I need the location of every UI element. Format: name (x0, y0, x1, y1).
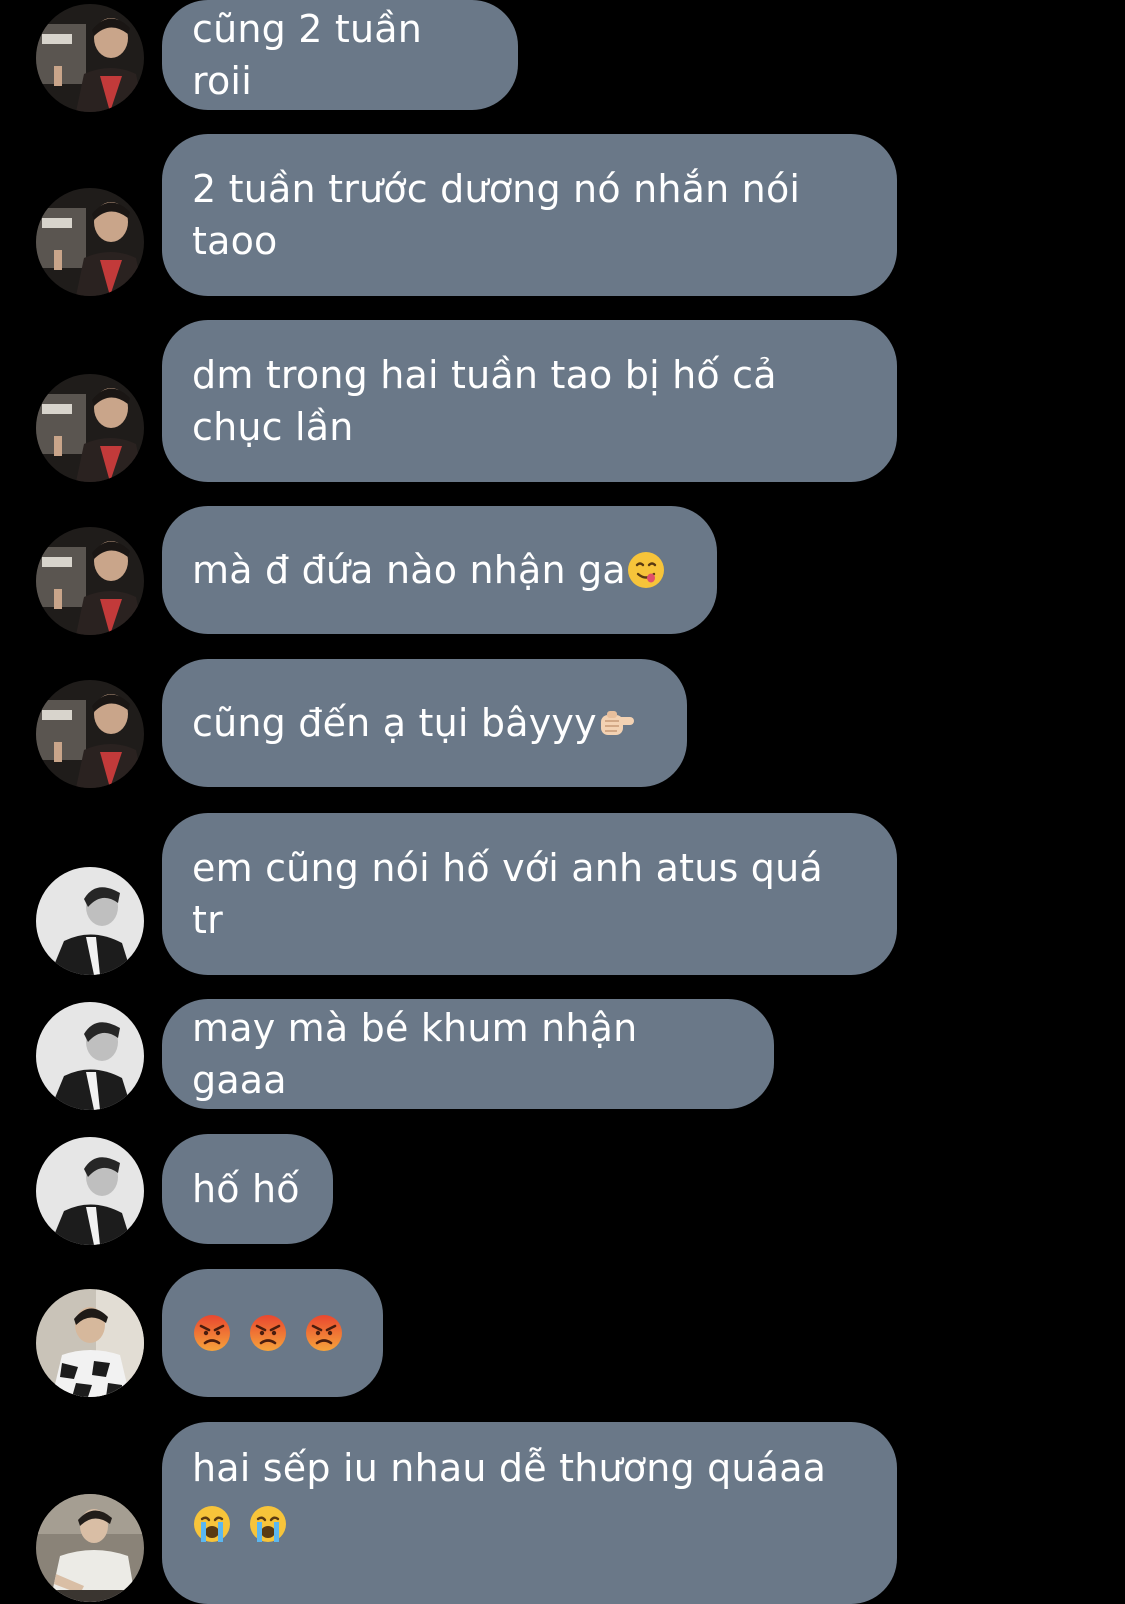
chat-thread: cũng 2 tuần roii 2 tuần trước dương nó n… (0, 0, 1125, 1604)
message-bubble[interactable]: dm trong hai tuần tao bị hố cả chục lần (162, 320, 897, 482)
avatar[interactable] (36, 188, 144, 296)
message-bubble[interactable] (162, 1269, 383, 1397)
avatar[interactable] (36, 1137, 144, 1245)
yum-face-emoji (626, 550, 666, 590)
message-bubble[interactable]: hai sếp iu nhau dễ thương quáaa (162, 1422, 897, 1604)
avatar-photo-white-sweater (36, 1494, 144, 1602)
message-bubble[interactable]: em cũng nói hố với anh atus quá tr (162, 813, 897, 975)
message-text: dm trong hai tuần tao bị hố cả chục lần (192, 353, 777, 449)
crying-face-emoji (248, 1504, 288, 1544)
avatar[interactable] (36, 1002, 144, 1110)
avatar-photo-red-shirt (36, 4, 144, 112)
emoji-group (192, 1313, 344, 1353)
message-content: hai sếp iu nhau dễ thương quáaa (192, 1440, 826, 1544)
message-bubble[interactable]: hố hố (162, 1134, 333, 1244)
avatar[interactable] (36, 374, 144, 482)
avatar-photo-red-shirt (36, 374, 144, 482)
angry-face-emoji (248, 1313, 288, 1353)
avatar-photo-monochrome (36, 867, 144, 975)
message-bubble[interactable]: cũng đến ạ tụi bâyyy (162, 659, 687, 787)
message-bubble[interactable]: 2 tuần trước dương nó nhắn nói taoo (162, 134, 897, 296)
message-text: hố hố (192, 1167, 300, 1211)
message-text: mà đ đứa nào nhận ga (192, 548, 626, 592)
avatar[interactable] (36, 1289, 144, 1397)
angry-face-emoji (192, 1313, 232, 1353)
avatar-photo-monochrome (36, 1002, 144, 1110)
avatar-photo-red-shirt (36, 680, 144, 788)
avatar[interactable] (36, 4, 144, 112)
avatar[interactable] (36, 867, 144, 975)
message-bubble[interactable]: may mà bé khum nhận gaaa (162, 999, 774, 1109)
emoji-group (192, 1504, 826, 1544)
message-text: em cũng nói hố với anh atus quá tr (192, 846, 823, 942)
avatar-photo-red-shirt (36, 527, 144, 635)
message-text: cũng đến ạ tụi bâyyy (192, 701, 597, 745)
avatar-photo-patterned-sweater (36, 1289, 144, 1397)
avatar[interactable] (36, 680, 144, 788)
message-bubble[interactable]: mà đ đứa nào nhận ga (162, 506, 717, 634)
crying-face-emoji (192, 1504, 232, 1544)
pointing-fist-emoji (597, 703, 637, 743)
avatar-photo-monochrome (36, 1137, 144, 1245)
message-text: hai sếp iu nhau dễ thương quáaa (192, 1446, 827, 1490)
message-text: 2 tuần trước dương nó nhắn nói taoo (192, 167, 801, 263)
message-text: may mà bé khum nhận gaaa (192, 1006, 650, 1102)
message-text: cũng 2 tuần roii (192, 7, 435, 103)
avatar[interactable] (36, 1494, 144, 1602)
avatar-photo-red-shirt (36, 188, 144, 296)
message-bubble[interactable]: cũng 2 tuần roii (162, 0, 518, 110)
avatar[interactable] (36, 527, 144, 635)
angry-face-emoji (304, 1313, 344, 1353)
